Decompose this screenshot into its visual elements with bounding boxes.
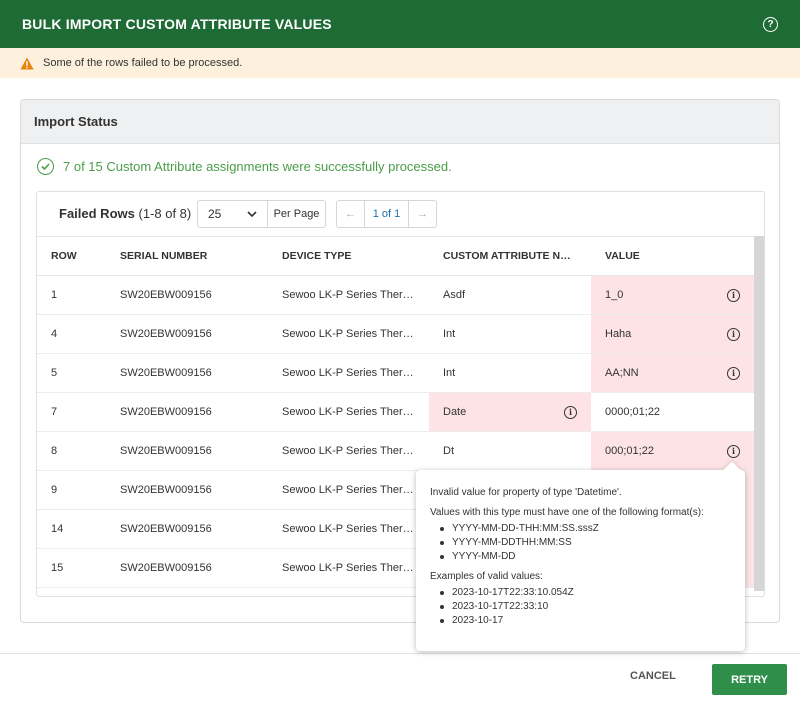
value-cell-error: 1_0 i xyxy=(591,275,754,315)
tooltip-error-text: Invalid value for property of type 'Date… xyxy=(430,487,622,498)
example-item: 2023-10-17T22:33:10.054Z xyxy=(438,586,731,600)
dialog-footer: CANCEL RETRY xyxy=(0,653,800,703)
page-indicator: 1 of 1 xyxy=(364,201,409,227)
attribute-name: Int xyxy=(429,353,591,393)
table-row: 8 SW20EBW009156 Sewoo LK-P Series Therma… xyxy=(37,431,754,471)
failed-rows-range: (1-8 of 8) xyxy=(138,206,192,221)
table-row: 4 SW20EBW009156 Sewoo LK-P Series Therma… xyxy=(37,314,754,354)
example-item: 2023-10-17T22:33:10 xyxy=(438,600,731,614)
attribute-value: 0000;01;22 xyxy=(591,392,754,432)
serial-number: SW20EBW009156 xyxy=(106,431,268,471)
next-page-arrow-icon[interactable]: → xyxy=(409,201,436,227)
failed-rows-label: Failed Rows (1-8 of 8) xyxy=(59,206,191,221)
format-item: YYYY-MM-DDTHH:MM:SS xyxy=(438,536,731,550)
device-type: Sewoo LK-P Series Thermal Printer xyxy=(268,392,429,432)
warning-triangle-icon xyxy=(20,57,34,69)
info-icon[interactable]: i xyxy=(727,327,740,341)
serial-number: SW20EBW009156 xyxy=(106,353,268,393)
dialog-header: BULK IMPORT CUSTOM ATTRIBUTE VALUES ? xyxy=(0,0,800,48)
tooltip-examples-label: Examples of valid values: xyxy=(430,571,543,582)
info-icon[interactable]: i xyxy=(727,288,740,302)
row-number: 4 xyxy=(37,314,106,354)
row-number: 5 xyxy=(37,353,106,393)
attribute-name: Asdf xyxy=(429,275,591,315)
serial-number: SW20EBW009156 xyxy=(106,509,268,549)
format-item: YYYY-MM-DD xyxy=(438,550,731,564)
help-circle-icon[interactable]: ? xyxy=(763,17,778,32)
device-type: Sewoo LK-P Series Thermal Printer xyxy=(268,548,429,588)
row-number: 7 xyxy=(37,392,106,432)
failed-rows-title: Failed Rows xyxy=(59,206,135,221)
col-header-row: ROW xyxy=(37,236,106,276)
serial-number: SW20EBW009156 xyxy=(106,314,268,354)
table-scrollbar[interactable] xyxy=(754,236,764,591)
col-header-attribute-name: CUSTOM ATTRIBUTE NAME xyxy=(429,236,591,276)
prev-page-arrow-icon[interactable]: ← xyxy=(337,201,364,227)
row-number: 14 xyxy=(37,509,106,549)
tooltip-format-intro: Values with this type must have one of t… xyxy=(430,507,704,518)
device-type: Sewoo LK-P Series Thermal Printer xyxy=(268,353,429,393)
cancel-button[interactable]: CANCEL xyxy=(630,670,676,682)
value-cell-error: Haha i xyxy=(591,314,754,354)
attribute-value: 000;01;22 xyxy=(605,445,654,457)
info-icon[interactable]: i xyxy=(564,405,577,419)
device-type: Sewoo LK-P Series Thermal Printer xyxy=(268,431,429,471)
value-cell-error: AA;NN i xyxy=(591,353,754,393)
example-item: 2023-10-17 xyxy=(438,614,731,628)
table-row: 5 SW20EBW009156 Sewoo LK-P Series Therma… xyxy=(37,353,754,393)
table-row: 1 SW20EBW009156 Sewoo LK-P Series Therma… xyxy=(37,275,754,315)
success-text: 7 of 15 Custom Attribute assignments wer… xyxy=(63,159,452,174)
device-type: Sewoo LK-P Series Thermal Printer xyxy=(268,470,429,510)
panel-title: Import Status xyxy=(21,100,779,144)
serial-number: SW20EBW009156 xyxy=(106,275,268,315)
row-number: 8 xyxy=(37,431,106,471)
validation-tooltip: Invalid value for property of type 'Date… xyxy=(416,461,745,651)
examples-list: 2023-10-17T22:33:10.054Z 2023-10-17T22:3… xyxy=(438,586,731,628)
warning-banner: Some of the rows failed to be processed. xyxy=(0,48,800,78)
col-header-serial: SERIAL NUMBER xyxy=(106,236,268,276)
table-row: 7 SW20EBW009156 Sewoo LK-P Series Therma… xyxy=(37,392,754,432)
success-message: 7 of 15 Custom Attribute assignments wer… xyxy=(37,158,452,175)
per-page-value: 25 xyxy=(208,207,222,221)
attribute-name: Dt xyxy=(429,431,591,471)
table-header-row: ROW SERIAL NUMBER DEVICE TYPE CUSTOM ATT… xyxy=(37,236,754,276)
attribute-name: Date xyxy=(443,406,467,418)
serial-number: SW20EBW009156 xyxy=(106,470,268,510)
info-icon[interactable]: i xyxy=(727,444,740,458)
retry-button[interactable]: RETRY xyxy=(712,664,787,695)
attribute-value: AA;NN xyxy=(605,367,639,379)
device-type: Sewoo LK-P Series Thermal Printer xyxy=(268,314,429,354)
per-page-label: Per Page xyxy=(273,208,320,220)
device-type: Sewoo LK-P Series Thermal Printer xyxy=(268,275,429,315)
attribute-value: 1_0 xyxy=(605,289,624,301)
serial-number: SW20EBW009156 xyxy=(106,548,268,588)
chevron-down-icon xyxy=(247,211,257,217)
name-cell-error: Date i xyxy=(429,392,591,432)
attribute-name: Int xyxy=(429,314,591,354)
col-header-value: VALUE xyxy=(591,236,754,276)
attribute-value: Haha xyxy=(605,328,632,340)
format-list: YYYY-MM-DD-THH:MM:SS.sssZ YYYY-MM-DDTHH:… xyxy=(438,522,731,564)
per-page-select[interactable]: 25 Per Page xyxy=(197,200,326,228)
per-page-dropdown[interactable]: 25 xyxy=(198,201,268,227)
col-header-device-type: DEVICE TYPE xyxy=(268,236,429,276)
row-number: 15 xyxy=(37,548,106,588)
warning-text: Some of the rows failed to be processed. xyxy=(43,57,243,69)
info-icon[interactable]: i xyxy=(727,366,740,380)
row-number: 1 xyxy=(37,275,106,315)
row-number: 9 xyxy=(37,470,106,510)
serial-number: SW20EBW009156 xyxy=(106,392,268,432)
pagination: ← 1 of 1 → xyxy=(336,200,437,228)
dialog-title: BULK IMPORT CUSTOM ATTRIBUTE VALUES xyxy=(22,16,332,32)
failed-rows-toolbar: Failed Rows (1-8 of 8) 25 Per Page ← 1 o… xyxy=(37,192,764,236)
format-item: YYYY-MM-DD-THH:MM:SS.sssZ xyxy=(438,522,731,536)
device-type: Sewoo LK-P Series Thermal Printer xyxy=(268,509,429,549)
check-circle-icon xyxy=(37,158,54,175)
